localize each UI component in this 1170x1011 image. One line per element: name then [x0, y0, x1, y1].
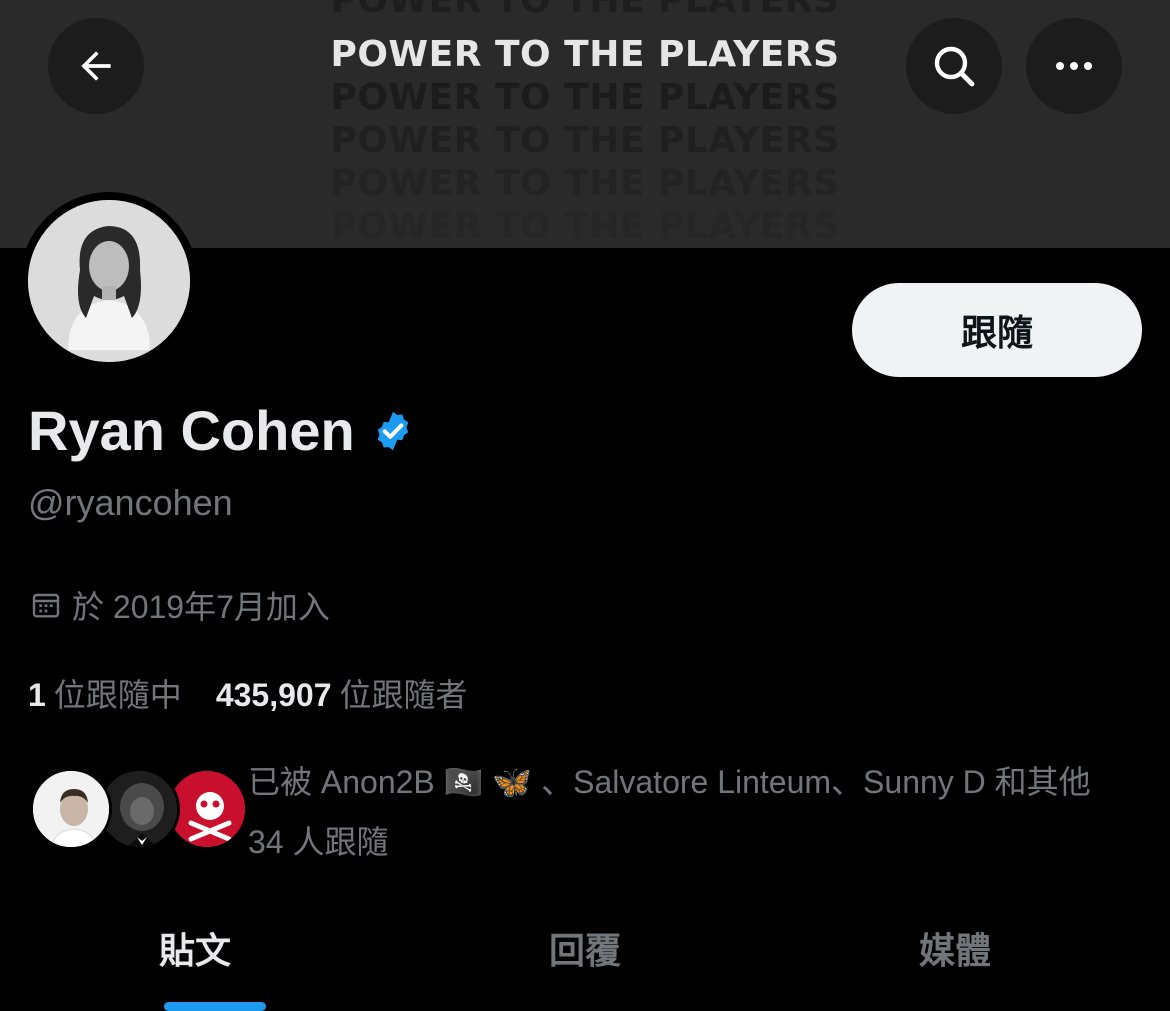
active-tab-indicator: [164, 1002, 266, 1011]
back-button[interactable]: [48, 18, 144, 114]
profile-tabs: 貼文 回覆 媒體: [0, 900, 1170, 1011]
avatar-ring[interactable]: [20, 192, 198, 370]
tab-replies[interactable]: 回覆: [390, 922, 780, 974]
search-icon: [934, 46, 975, 87]
profile-banner[interactable]: POWER TO THE PLAYERS POWER TO THE PLAYER…: [0, 0, 1170, 248]
join-date-text: 於 2019年7月加入: [72, 589, 330, 625]
following-label: 位跟隨中: [53, 677, 182, 713]
tab-label: 貼文: [158, 930, 231, 971]
follow-button[interactable]: 跟隨: [852, 283, 1142, 377]
banner-text-repeat: POWER TO THE PLAYERS: [330, 0, 840, 21]
verified-badge-icon[interactable]: [371, 409, 415, 453]
display-name: Ryan Cohen: [28, 399, 355, 462]
handle: @ryancohen: [28, 482, 233, 523]
followers-label: 位跟隨者: [339, 677, 468, 713]
followers-you-know-line: 已被 Anon2B 🏴‍☠️ 🦋 、Salvatore Linteum、Sunn…: [248, 764, 1091, 800]
calendar-icon: [32, 593, 60, 618]
tab-label: 回覆: [548, 930, 621, 971]
following-count: 1: [28, 677, 46, 713]
followers-link[interactable]: 435,907 位跟隨者: [216, 670, 468, 716]
following-link[interactable]: 1 位跟隨中: [28, 670, 182, 716]
follow-stats: 1 位跟隨中 435,907 位跟隨者: [28, 670, 468, 716]
banner-text-repeat: POWER TO THE PLAYERS: [330, 120, 840, 161]
tab-media[interactable]: 媒體: [760, 922, 1150, 974]
name-row: Ryan Cohen: [28, 398, 415, 463]
followers-you-know-text[interactable]: 已被 Anon2B 🏴‍☠️ 🦋 、Salvatore Linteum、Sunn…: [248, 752, 1148, 872]
avatar: [30, 768, 112, 850]
more-button[interactable]: [1026, 18, 1122, 114]
avatar[interactable]: [28, 200, 190, 362]
tab-posts[interactable]: 貼文: [20, 922, 410, 974]
banner-text-repeat: POWER TO THE PLAYERS: [330, 163, 840, 204]
avatar-image: [28, 200, 190, 362]
arrow-left-icon: [81, 51, 111, 81]
more-horizontal-icon: [1056, 62, 1092, 70]
tab-label: 媒體: [918, 930, 991, 971]
search-button[interactable]: [906, 18, 1002, 114]
followers-you-know-line: 34 人跟隨: [248, 824, 389, 860]
followers-count: 435,907: [215, 677, 332, 713]
join-date: 於 2019年7月加入: [30, 582, 330, 628]
